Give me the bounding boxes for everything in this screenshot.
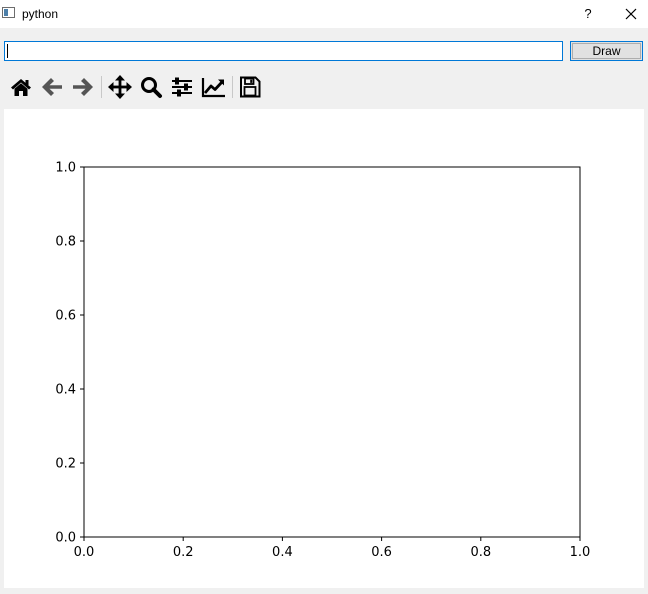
x-tick-label: 0.8 (470, 545, 491, 560)
x-tick-label: 0.4 (272, 545, 293, 560)
help-button[interactable]: ? (576, 0, 600, 28)
y-tick-label: 0.0 (55, 531, 76, 546)
forward-button[interactable] (70, 74, 96, 100)
x-axis: 0.0 0.2 0.4 0.6 0.8 1.0 (74, 537, 591, 560)
x-tick-label: 0.6 (371, 545, 392, 560)
subplots-button[interactable] (169, 74, 195, 100)
app-icon (2, 7, 15, 18)
y-tick-label: 0.2 (55, 457, 76, 472)
x-tick-label: 0.0 (74, 545, 95, 560)
save-button[interactable] (237, 74, 263, 100)
y-tick-label: 1.0 (55, 161, 76, 176)
back-button[interactable] (39, 74, 65, 100)
y-axis: 0.0 0.2 0.4 0.6 0.8 1.0 (55, 161, 84, 546)
window-title: python (22, 7, 59, 21)
command-input[interactable] (4, 41, 563, 61)
text-caret (7, 44, 8, 58)
axes-button[interactable] (200, 74, 226, 100)
line-chart-icon (201, 78, 225, 98)
title-bar: python ? (0, 0, 648, 28)
close-icon (625, 8, 637, 20)
zoom-icon (141, 77, 162, 98)
axes-frame (83, 166, 581, 538)
x-tick-label: 1.0 (570, 545, 591, 560)
x-tick-label: 0.2 (173, 545, 194, 560)
sliders-icon (172, 77, 192, 97)
arrow-left-icon (42, 78, 62, 96)
draw-button[interactable]: Draw (570, 41, 643, 61)
close-button[interactable] (620, 4, 642, 24)
home-button[interactable] (8, 74, 34, 100)
toolbar-separator (101, 76, 102, 98)
arrow-right-icon (73, 78, 93, 96)
y-tick-label: 0.6 (55, 309, 76, 324)
save-icon (240, 76, 261, 98)
home-icon (11, 79, 31, 96)
y-tick-label: 0.4 (55, 383, 76, 398)
plot: 0.0 0.2 0.4 0.6 0.8 1.0 0.0 0.2 0.4 0.6 0.8 1.0 (55, 161, 591, 561)
zoom-button[interactable] (138, 74, 164, 100)
move-icon (108, 75, 132, 99)
pan-button[interactable] (107, 74, 133, 100)
figure-canvas[interactable]: 0.0 0.2 0.4 0.6 0.8 1.0 0.0 0.2 0.4 0.6 0.8 1.0 (4, 109, 644, 588)
toolbar-separator (232, 76, 233, 98)
y-tick-label: 0.8 (55, 235, 76, 250)
